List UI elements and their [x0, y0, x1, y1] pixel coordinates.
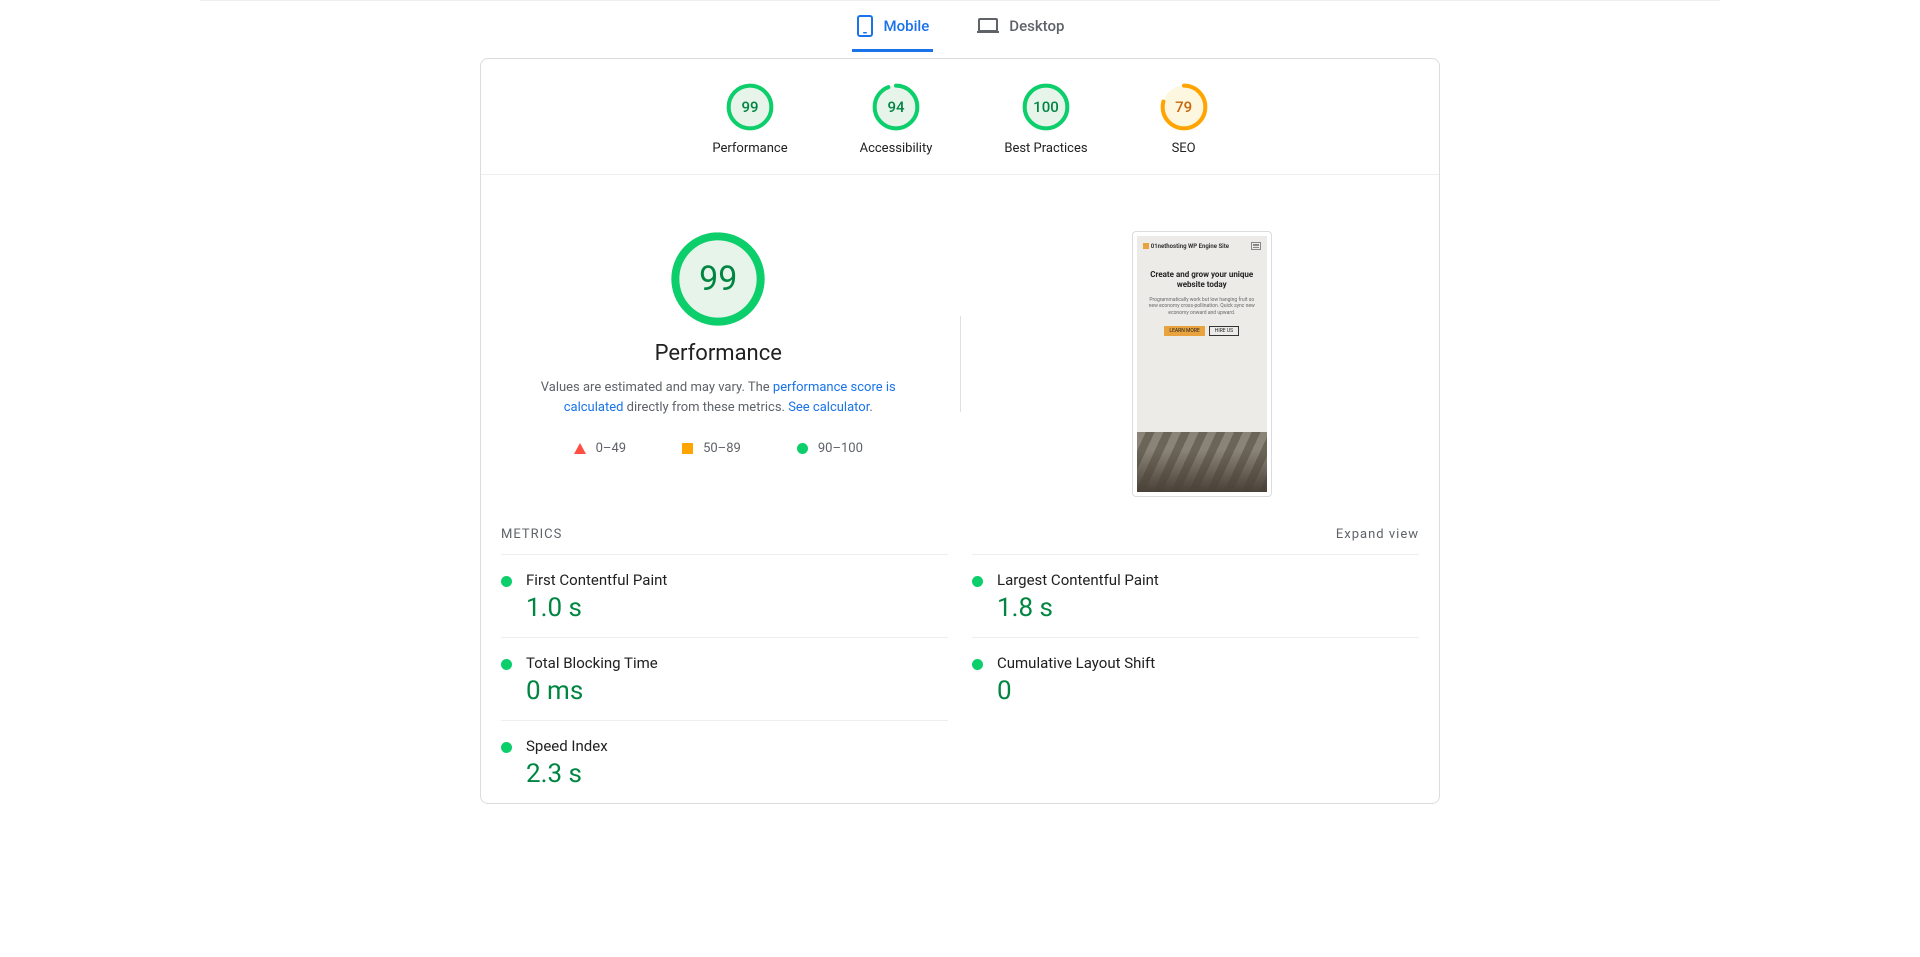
tab-desktop-label: Desktop	[1009, 17, 1064, 35]
metric-value: 2.3 s	[526, 759, 948, 789]
status-dot-icon	[501, 742, 512, 753]
score-label: SEO	[1160, 141, 1208, 156]
score-gauge-performance[interactable]: 99 Performance	[712, 83, 787, 156]
metric-name: Cumulative Layout Shift	[997, 654, 1419, 672]
tab-mobile[interactable]: Mobile	[852, 1, 934, 52]
circle-icon	[797, 443, 808, 454]
score-value: 79	[1160, 83, 1208, 131]
metric-value: 1.8 s	[997, 593, 1419, 623]
mockup-copy: Programmatically work but low hanging fr…	[1145, 297, 1259, 317]
score-gauge-seo[interactable]: 79 SEO	[1160, 83, 1208, 156]
status-dot-icon	[972, 659, 983, 670]
score-label: Performance	[712, 141, 787, 156]
status-dot-icon	[501, 659, 512, 670]
legend-mid: 50–89	[682, 441, 741, 456]
score-value: 100	[1022, 83, 1070, 131]
mockup-learn-more: LEARN MORE	[1164, 326, 1204, 336]
status-dot-icon	[972, 576, 983, 587]
score-gauge-accessibility[interactable]: 94 Accessibility	[860, 83, 933, 156]
tab-mobile-label: Mobile	[884, 17, 930, 35]
metric-name: Total Blocking Time	[526, 654, 948, 672]
metric-total-blocking-time[interactable]: Total Blocking Time 0 ms	[501, 637, 948, 720]
square-icon	[682, 443, 693, 454]
expand-view-toggle[interactable]: Expand view	[1336, 527, 1419, 542]
score-gauge-best-practices[interactable]: 100 Best Practices	[1004, 83, 1087, 156]
score-value: 99	[726, 83, 774, 131]
performance-title: Performance	[481, 341, 956, 366]
metrics-section-title: METRICS	[501, 527, 562, 542]
triangle-icon	[574, 443, 586, 454]
vertical-divider	[960, 316, 961, 412]
metric-value: 1.0 s	[526, 593, 948, 623]
metric-value: 0	[997, 676, 1419, 706]
score-label: Accessibility	[860, 141, 933, 156]
page-screenshot-thumbnail[interactable]: 01nethosting WP Engine Site Create and g…	[1132, 231, 1272, 497]
status-dot-icon	[501, 576, 512, 587]
metric-largest-contentful-paint[interactable]: Largest Contentful Paint 1.8 s	[972, 554, 1419, 637]
metric-name: Largest Contentful Paint	[997, 571, 1419, 589]
performance-description: Values are estimated and may vary. The p…	[518, 378, 918, 417]
metric-cumulative-layout-shift[interactable]: Cumulative Layout Shift 0	[972, 637, 1419, 720]
mobile-icon	[856, 15, 874, 37]
mockup-headline: Create and grow your unique website toda…	[1145, 270, 1259, 291]
score-summary-row: 99 Performance 94 Accessibility 100 Best Prac…	[481, 59, 1439, 175]
performance-big-score: 99	[670, 231, 766, 327]
metric-name: First Contentful Paint	[526, 571, 948, 589]
hamburger-icon	[1251, 242, 1261, 250]
device-tabs: Mobile Desktop	[200, 0, 1720, 52]
metric-name: Speed Index	[526, 737, 948, 755]
mockup-site-name: 01nethosting WP Engine Site	[1143, 243, 1229, 250]
mockup-image	[1137, 432, 1267, 492]
score-value: 94	[872, 83, 920, 131]
report-card: 99 Performance 94 Accessibility 100 Best Prac…	[480, 58, 1440, 804]
score-legend: 0–49 50–89 90–100	[481, 441, 956, 456]
mockup-hire-us: HIRE US	[1209, 326, 1239, 336]
score-label: Best Practices	[1004, 141, 1087, 156]
see-calculator-link[interactable]: See calculator	[788, 400, 869, 415]
metric-value: 0 ms	[526, 676, 948, 706]
performance-section: 99 Performance Values are estimated and …	[481, 175, 1439, 527]
metric-first-contentful-paint[interactable]: First Contentful Paint 1.0 s	[501, 554, 948, 637]
performance-big-gauge: 99	[670, 231, 766, 327]
metric-speed-index[interactable]: Speed Index 2.3 s	[501, 720, 948, 803]
legend-low: 0–49	[574, 441, 626, 456]
tab-desktop[interactable]: Desktop	[973, 1, 1068, 52]
legend-high: 90–100	[797, 441, 863, 456]
desktop-icon	[977, 17, 999, 35]
metrics-grid: First Contentful Paint 1.0 s Largest Conte…	[501, 554, 1419, 803]
